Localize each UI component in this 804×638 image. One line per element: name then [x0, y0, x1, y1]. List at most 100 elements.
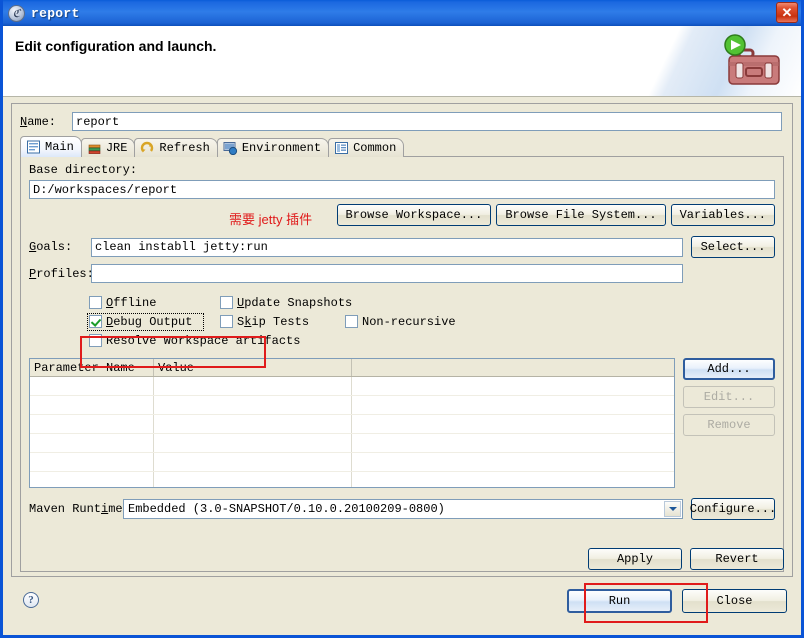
- goals-input[interactable]: [91, 237, 683, 257]
- button-label: Browse Workspace...: [345, 208, 483, 222]
- goals-label: Goals:: [29, 240, 73, 254]
- jre-tab-icon: [87, 141, 102, 155]
- table-row[interactable]: [30, 396, 674, 415]
- column-header[interactable]: Value: [154, 359, 352, 376]
- button-label: Variables...: [679, 208, 766, 222]
- checkbox-box[interactable]: [220, 296, 233, 309]
- select-button[interactable]: Select...: [691, 236, 775, 258]
- tab-common[interactable]: Common: [328, 138, 405, 157]
- button-label: Add...: [707, 362, 751, 376]
- checkbox-debug-output[interactable]: Debug Output: [87, 312, 204, 331]
- maven-runtime-select[interactable]: Embedded (3.0-SNAPSHOT/0.10.0.20100209-0…: [123, 499, 683, 519]
- table-row[interactable]: [30, 453, 674, 472]
- checkbox-box[interactable]: [220, 315, 233, 328]
- toolbox-with-run-badge-icon: [715, 32, 787, 92]
- edit-parameter-button: Edit...: [683, 386, 775, 408]
- parameters-table[interactable]: Parameter Name Value: [29, 358, 675, 488]
- checkbox-label: Skip Tests: [237, 314, 310, 329]
- goals-row: Goals: Select...: [29, 236, 775, 258]
- base-directory-label: Base directory:: [29, 163, 138, 177]
- checkbox-resolve-workspace-artifacts[interactable]: Resolve Workspace artifacts: [89, 334, 300, 348]
- main-tab-icon: [26, 140, 41, 154]
- checkbox-label: Resolve Workspace artifacts: [106, 333, 301, 348]
- browse-workspace-button[interactable]: Browse Workspace...: [336, 204, 492, 226]
- checkbox-non-recursive[interactable]: Non-recursive: [345, 315, 456, 329]
- footer-buttons: Run Close: [567, 589, 787, 613]
- checkbox-box[interactable]: [345, 315, 358, 328]
- base-directory-input[interactable]: [29, 180, 775, 199]
- environment-tab-icon: [223, 141, 238, 156]
- remove-parameter-button: Remove: [683, 414, 775, 436]
- checkbox-offline[interactable]: Offline: [89, 296, 202, 310]
- parameters-area: Parameter Name Value Add... Edit... Remo…: [29, 358, 775, 488]
- table-body: [30, 377, 674, 487]
- profiles-input[interactable]: [91, 264, 683, 283]
- button-label: Browse File System...: [505, 208, 657, 222]
- launch-configuration-dialog: ℭ report ✕ Edit configuration and launch…: [0, 0, 804, 638]
- dialog-header: Edit configuration and launch.: [3, 26, 801, 97]
- table-row[interactable]: [30, 434, 674, 453]
- tab-label: Common: [353, 141, 397, 155]
- chevron-down-icon[interactable]: [664, 501, 681, 517]
- checkbox-box[interactable]: [89, 296, 102, 309]
- apply-revert-row: Apply Revert: [588, 548, 784, 570]
- name-label: Name:: [20, 114, 57, 129]
- checkbox-label: Debug Output: [106, 314, 193, 329]
- column-header[interactable]: [352, 359, 674, 376]
- button-label: Close: [716, 594, 753, 608]
- tab-refresh[interactable]: Refresh: [134, 138, 218, 157]
- close-button[interactable]: Close: [682, 589, 787, 613]
- dialog-footer: ? Run Close: [11, 577, 793, 627]
- variables-button[interactable]: Variables...: [670, 204, 775, 226]
- checkbox-box[interactable]: [89, 315, 102, 328]
- help-icon[interactable]: ?: [23, 592, 39, 608]
- configuration-panel: Name: Main JRE: [11, 103, 793, 577]
- common-tab-icon: [334, 141, 349, 155]
- tab-label: Environment: [241, 141, 322, 155]
- button-label: Revert: [715, 552, 759, 566]
- column-header[interactable]: Parameter Name: [30, 359, 154, 376]
- button-label: Run: [608, 594, 631, 608]
- close-icon[interactable]: ✕: [776, 2, 798, 23]
- window-title: report: [31, 5, 80, 21]
- checkbox-label: Offline: [106, 295, 157, 310]
- table-row[interactable]: [30, 472, 674, 487]
- profiles-label: Profiles:: [29, 266, 94, 281]
- configure-button[interactable]: Configure...: [689, 498, 777, 520]
- table-header: Parameter Name Value: [30, 359, 674, 377]
- apply-button[interactable]: Apply: [588, 548, 682, 570]
- main-tab-panel: Base directory: 需要 jetty 插件 Browse Works…: [20, 156, 784, 572]
- tab-jre[interactable]: JRE: [80, 138, 136, 157]
- checkbox-label: Update Snapshots: [237, 295, 353, 310]
- tab-main[interactable]: Main: [20, 136, 82, 157]
- checkbox-box[interactable]: [89, 334, 102, 347]
- tab-label: Refresh: [159, 141, 210, 155]
- refresh-tab-icon: [140, 141, 155, 155]
- button-label: Apply: [616, 552, 653, 566]
- button-label: Select...: [700, 240, 766, 254]
- app-icon: ℭ: [8, 4, 25, 22]
- profiles-row: Profiles:: [29, 264, 775, 283]
- table-row[interactable]: [30, 377, 674, 396]
- table-buttons: Add... Edit... Remove: [683, 358, 775, 488]
- name-input[interactable]: [72, 112, 782, 131]
- tab-label: JRE: [105, 141, 128, 155]
- table-row[interactable]: [30, 415, 674, 434]
- maven-runtime-value: Embedded (3.0-SNAPSHOT/0.10.0.20100209-0…: [128, 502, 445, 516]
- button-label: Configure...: [689, 502, 777, 516]
- button-label: Remove: [707, 418, 751, 432]
- tab-environment[interactable]: Environment: [216, 138, 330, 157]
- run-button[interactable]: Run: [567, 589, 672, 613]
- maven-runtime-label: Maven Runtime:: [29, 502, 130, 516]
- maven-runtime-row: Maven Runtime: Embedded (3.0-SNAPSHOT/0.…: [29, 498, 777, 520]
- title-bar: ℭ report ✕: [3, 0, 801, 26]
- name-row: Name:: [20, 112, 784, 131]
- browse-file-system-button[interactable]: Browse File System...: [496, 204, 666, 226]
- header-title: Edit configuration and launch.: [15, 38, 217, 54]
- checkbox-skip-tests[interactable]: Skip Tests: [220, 315, 327, 329]
- checkbox-label: Non-recursive: [362, 314, 456, 329]
- revert-button[interactable]: Revert: [690, 548, 784, 570]
- tab-bar: Main JRE Refresh Environment Common: [20, 136, 784, 157]
- add-parameter-button[interactable]: Add...: [683, 358, 775, 380]
- checkbox-update-snapshots[interactable]: Update Snapshots: [220, 296, 352, 310]
